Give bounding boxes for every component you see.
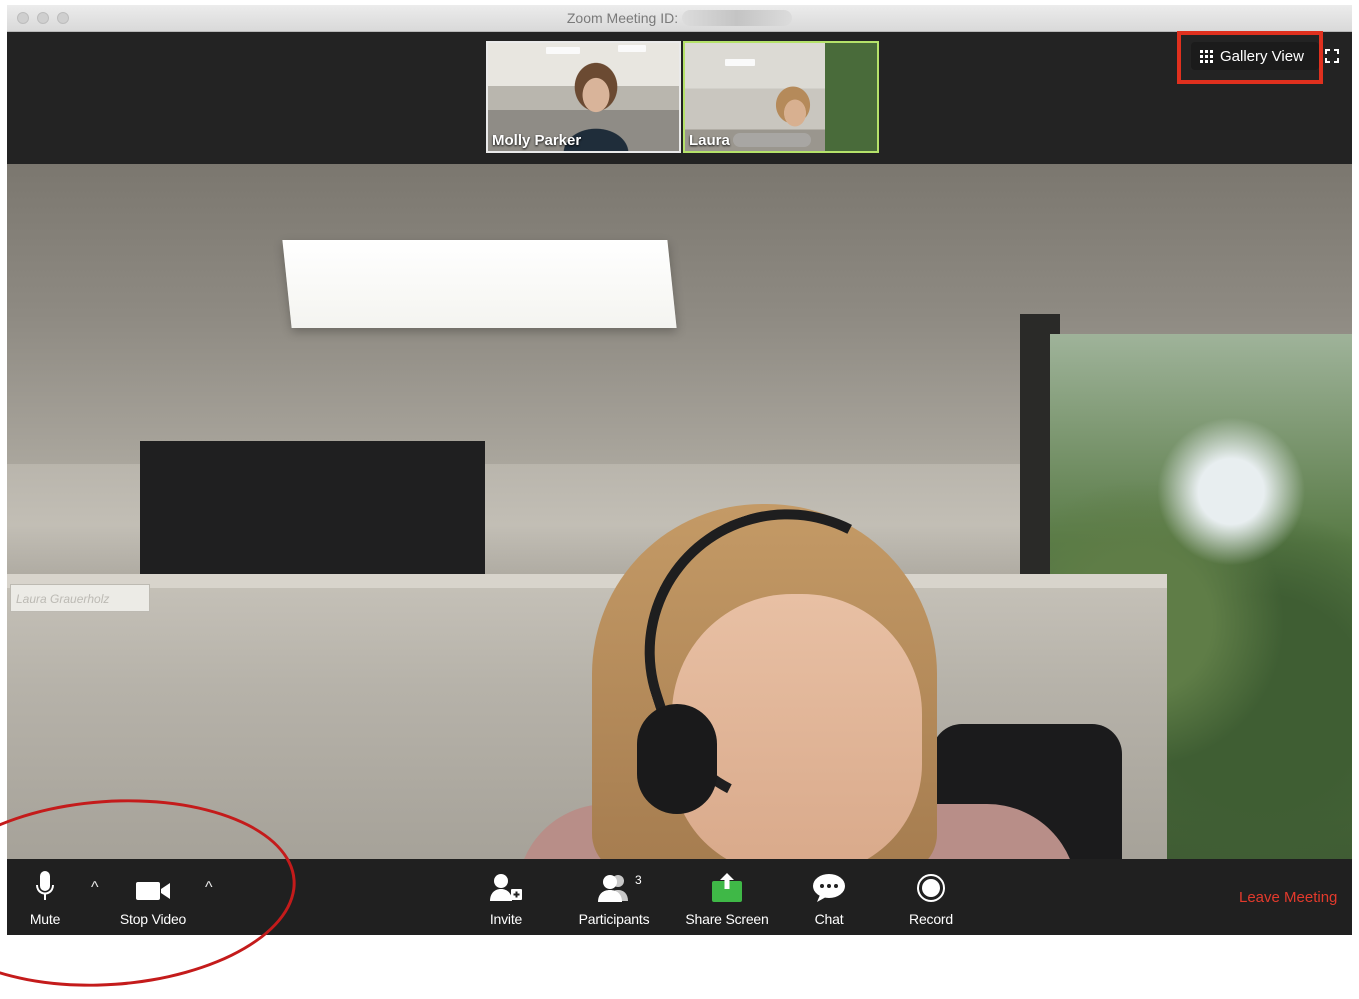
participant-name: Molly Parker — [492, 132, 582, 149]
invite-label: Invite — [489, 911, 523, 927]
share-screen-button[interactable]: Share Screen — [681, 859, 773, 935]
video-ceiling-light — [282, 240, 677, 328]
invite-button[interactable]: Invite — [483, 859, 529, 935]
thumbnail-strip: Molly Parker Laura Gallery View — [7, 32, 1352, 164]
window-title: Zoom Meeting ID: — [7, 10, 1352, 26]
video-doorway — [140, 441, 485, 581]
record-icon — [917, 874, 945, 902]
participant-name: Laura — [689, 132, 730, 149]
ceiling-light — [546, 47, 580, 54]
chat-label: Chat — [814, 911, 844, 927]
leave-meeting-button[interactable]: Leave Meeting — [1239, 889, 1337, 906]
chat-bubble-icon — [813, 874, 845, 902]
participants-button[interactable]: Participants 3 — [572, 859, 656, 935]
participants-label: Participants — [578, 911, 650, 927]
participant-thumbnail-laura[interactable]: Laura — [683, 41, 879, 153]
video-cubicle-top — [7, 574, 1167, 588]
ceiling-light — [618, 45, 646, 52]
cubicle-nameplate: Laura Grauerholz — [10, 584, 150, 612]
gallery-view-highlight-box — [1177, 31, 1323, 84]
share-screen-icon — [712, 873, 742, 902]
zoom-window: Zoom Meeting ID: Molly Parker Laura Gall… — [7, 5, 1352, 935]
title-bar: Zoom Meeting ID: — [7, 5, 1352, 32]
invite-person-icon — [490, 874, 522, 901]
active-speaker-video: Laura Grauerholz — [7, 164, 1352, 859]
redacted-surname — [733, 133, 811, 147]
record-label: Record — [909, 911, 953, 927]
redacted-meeting-id — [682, 10, 793, 26]
record-button[interactable]: Record — [905, 859, 957, 935]
ceiling-light — [725, 59, 755, 66]
fullscreen-icon[interactable] — [1325, 49, 1339, 63]
chat-button[interactable]: Chat — [809, 859, 849, 935]
participant-thumbnail-molly[interactable]: Molly Parker — [486, 41, 681, 153]
participants-count-badge: 3 — [635, 873, 642, 887]
headset-earcup — [637, 704, 717, 814]
participants-icon — [598, 875, 628, 902]
window-title-text: Zoom Meeting ID: — [566, 10, 679, 26]
share-screen-label: Share Screen — [685, 911, 769, 927]
